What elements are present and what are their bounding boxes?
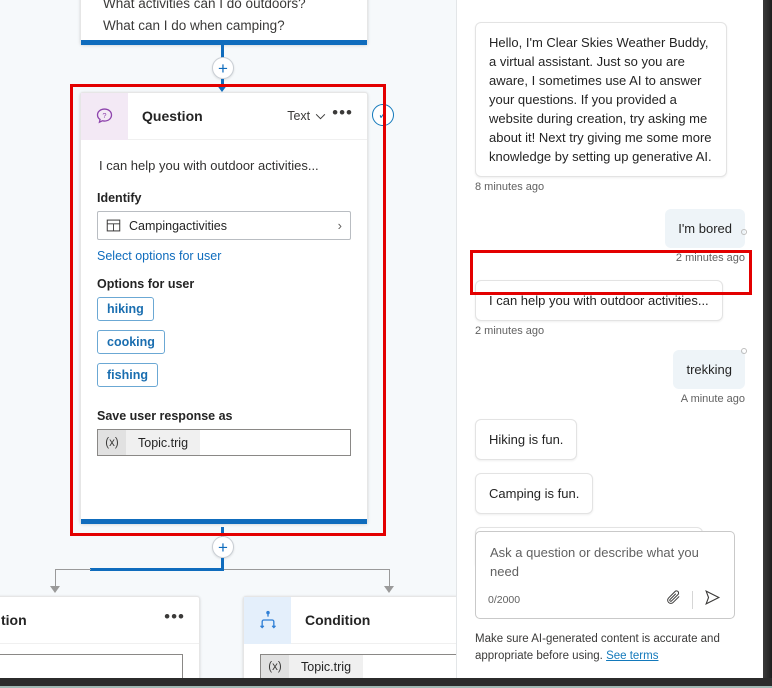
entity-value: Campingactivities xyxy=(129,218,227,233)
paperclip-icon[interactable] xyxy=(665,589,682,611)
save-response-label: Save user response as xyxy=(97,409,233,423)
node-title: tion xyxy=(1,612,27,628)
message-row: Camping is fun. xyxy=(457,473,763,514)
node-title: Question xyxy=(142,108,203,124)
question-node[interactable]: ? Question Text ••• I can help you with … xyxy=(80,92,368,524)
trigger-phrase: What activities can I do outdoors? xyxy=(103,0,306,11)
bot-message-bubble: Hello, I'm Clear Skies Weather Buddy, a … xyxy=(475,22,727,177)
add-node-button-top[interactable]: + xyxy=(212,57,234,79)
chevron-right-icon: › xyxy=(337,218,342,233)
question-bubble-icon: ? xyxy=(81,92,128,140)
trigger-phrase: What can I do when camping? xyxy=(103,18,285,33)
option-chip[interactable]: hiking xyxy=(97,297,154,321)
select-options-link[interactable]: Select options for user xyxy=(97,249,351,263)
character-counter: 0/2000 xyxy=(488,594,521,606)
ai-disclaimer-text: Make sure AI-generated content is accura… xyxy=(475,633,720,662)
svg-text:?: ? xyxy=(102,110,106,119)
message-timestamp: A minute ago xyxy=(680,393,745,405)
message-options-dot[interactable] xyxy=(741,229,747,235)
variable-x-icon: (x) xyxy=(261,655,289,678)
message-row: Hiking is fun. xyxy=(457,419,763,460)
partial-left-node-header: tion ••• xyxy=(0,597,199,644)
chat-input-placeholder[interactable]: Ask a question or describe what you need xyxy=(476,532,734,581)
partial-left-node[interactable]: tion ••• (x) rig xyxy=(0,596,200,678)
option-chip[interactable]: cooking xyxy=(97,330,165,354)
authoring-canvas[interactable]: What activities can I do outdoors? What … xyxy=(0,0,457,678)
bot-message-bubble: Hiking is fun. xyxy=(475,419,578,460)
add-node-button-bottom[interactable]: + xyxy=(212,536,234,558)
condition-variable-field[interactable]: (x) Topic.trig xyxy=(260,654,457,678)
send-icon[interactable] xyxy=(703,588,722,612)
bot-message-bubble: Camping is fun. xyxy=(475,473,594,514)
condition-node-body: (x) Topic.trig xyxy=(244,644,457,678)
connector-arrow xyxy=(216,84,228,92)
node-accent-bar xyxy=(81,40,367,45)
node-accent-bar xyxy=(81,519,367,524)
condition-node-header: Condition xyxy=(244,596,457,644)
condition-branch-icon xyxy=(244,596,291,644)
options-list: hiking cooking fishing xyxy=(97,297,351,396)
partial-left-node-body: (x) rig xyxy=(0,644,199,678)
variable-x-icon: (x) xyxy=(98,430,126,455)
node-validation-check-icon[interactable]: ✓ xyxy=(372,104,394,126)
branch-line xyxy=(224,569,390,570)
message-row: trekking xyxy=(457,350,763,389)
identify-label: Identify xyxy=(97,191,142,205)
question-node-body: I can help you with outdoor activities..… xyxy=(81,140,367,456)
condition-node[interactable]: Condition (x) Topic.trig xyxy=(243,596,457,678)
trigger-node[interactable]: What activities can I do outdoors? What … xyxy=(80,0,368,45)
see-terms-link[interactable]: See terms xyxy=(606,650,658,662)
trigger-phrase-list: What activities can I do outdoors? What … xyxy=(81,0,367,37)
chevron-down-icon xyxy=(315,113,326,119)
message-timestamp: 2 minutes ago xyxy=(475,325,545,337)
question-node-header: ? Question Text ••• xyxy=(81,92,367,140)
chat-composer[interactable]: Ask a question or describe what you need… xyxy=(475,531,735,619)
variable-name: Topic.trig xyxy=(126,430,201,455)
branch-line xyxy=(55,569,91,570)
branch-arrow xyxy=(384,586,394,593)
message-timestamp: 8 minutes ago xyxy=(475,181,545,193)
entity-grid-icon xyxy=(106,219,121,232)
bot-message-bubble: I can help you with outdoor activities..… xyxy=(475,280,723,321)
node-title: Condition xyxy=(305,612,371,628)
ai-disclaimer: Make sure AI-generated content is accura… xyxy=(475,631,747,665)
test-chat-panel[interactable]: Hello, I'm Clear Skies Weather Buddy, a … xyxy=(457,0,763,678)
save-response-variable-field[interactable]: (x) Topic.trig xyxy=(97,429,351,456)
message-row: I'm bored xyxy=(457,209,763,248)
variable-name: Topic.trig xyxy=(289,655,364,678)
options-label: Options for user xyxy=(97,277,195,291)
message-row: Hello, I'm Clear Skies Weather Buddy, a … xyxy=(457,22,763,177)
composer-footer: 0/2000 xyxy=(476,588,734,612)
window-right-edge xyxy=(763,0,772,688)
user-message-bubble: trekking xyxy=(673,350,745,389)
message-timestamp: 2 minutes ago xyxy=(675,252,745,264)
composer-divider xyxy=(692,591,693,609)
node-more-menu-button[interactable]: ••• xyxy=(164,608,185,627)
entity-picker[interactable]: Campingactivities › xyxy=(97,211,351,240)
question-message-text[interactable]: I can help you with outdoor activities..… xyxy=(97,152,351,177)
connector-line xyxy=(90,568,224,571)
user-message-bubble: I'm bored xyxy=(665,209,745,248)
variable-field[interactable]: (x) rig xyxy=(0,654,183,678)
branch-arrow xyxy=(50,586,60,593)
option-chip[interactable]: fishing xyxy=(97,363,158,387)
message-options-dot[interactable] xyxy=(741,348,747,354)
response-type-dropdown[interactable]: Text xyxy=(287,109,326,123)
message-row: I can help you with outdoor activities..… xyxy=(457,280,763,321)
response-type-value: Text xyxy=(287,109,311,123)
app-window: What activities can I do outdoors? What … xyxy=(0,0,772,688)
node-more-menu-button[interactable]: ••• xyxy=(332,104,353,123)
